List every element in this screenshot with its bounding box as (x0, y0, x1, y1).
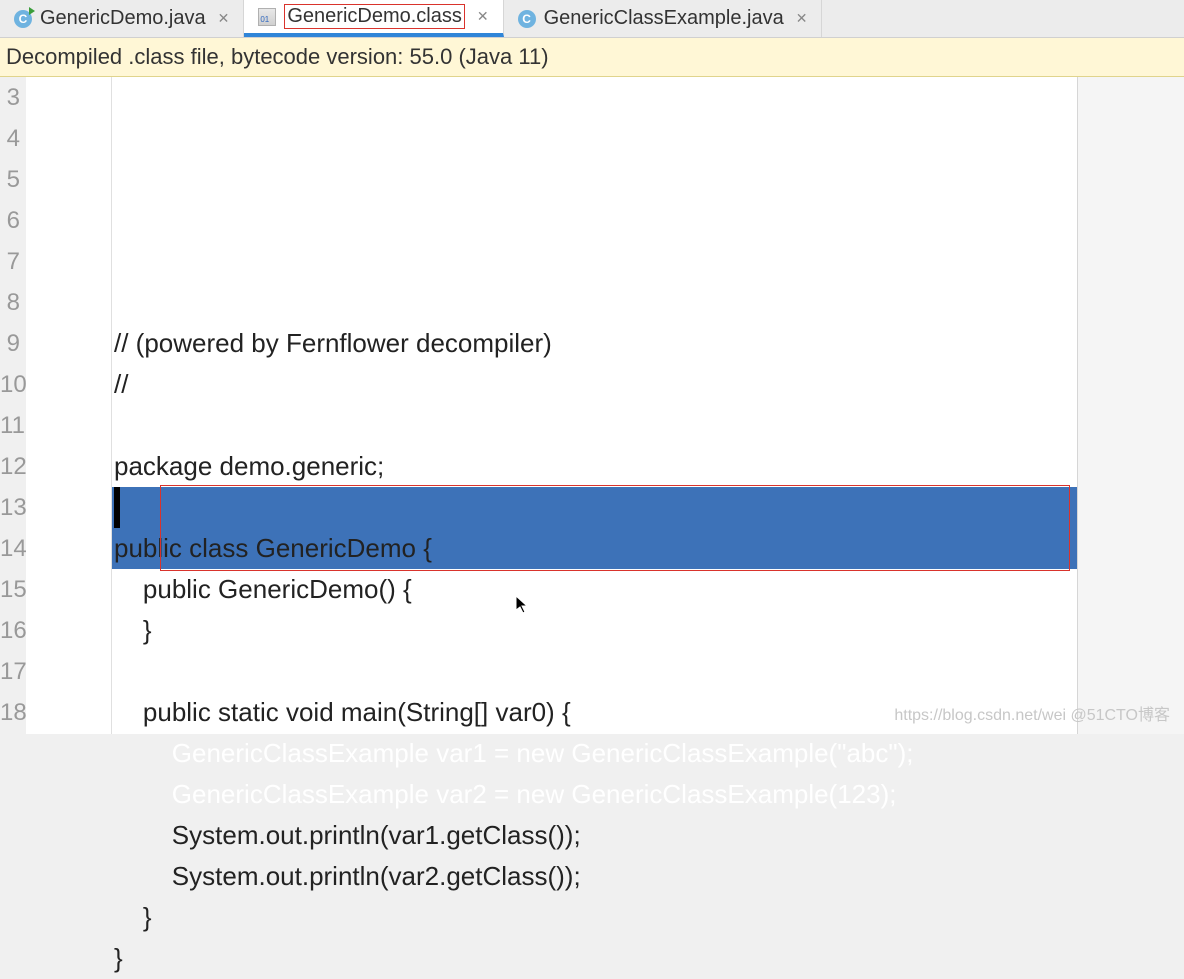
code-line[interactable]: public GenericDemo() { (112, 569, 1077, 610)
tab-label: GenericDemo.java (40, 7, 206, 30)
tab-generic-demo-class[interactable]: 01 GenericDemo.class ✕ (244, 0, 503, 37)
line-number: 17 (0, 651, 20, 692)
line-number: 7 (0, 241, 20, 282)
line-number: 3 (0, 77, 20, 118)
right-margin (1078, 77, 1184, 734)
close-icon[interactable]: ✕ (218, 10, 230, 27)
code-margin (26, 77, 112, 734)
code-line[interactable]: // (powered by Fernflower decompiler) (112, 323, 1077, 364)
code-line[interactable]: public class GenericDemo { (112, 528, 1077, 569)
code-area[interactable]: // (powered by Fernflower decompiler)// p… (112, 77, 1078, 734)
code-line[interactable]: } (112, 610, 1077, 651)
decompiled-notice: Decompiled .class file, bytecode version… (0, 38, 1184, 77)
tab-generic-class-example-java[interactable]: C GenericClassExample.java ✕ (504, 0, 823, 37)
code-line[interactable] (112, 405, 1077, 446)
java-class-run-icon: C (14, 10, 32, 28)
tab-label: GenericClassExample.java (544, 7, 784, 30)
line-number: 15 (0, 569, 20, 610)
code-line[interactable]: } (112, 938, 1077, 979)
line-number: 8 (0, 282, 20, 323)
line-number-gutter: 3456789101112131415161718 (0, 77, 26, 734)
line-number: 14 (0, 528, 20, 569)
code-editor[interactable]: 3456789101112131415161718 // (powered by… (0, 77, 1184, 734)
line-number: 4 (0, 118, 20, 159)
line-number: 9 (0, 323, 20, 364)
line-number: 10 (0, 364, 20, 405)
line-number: 13 (0, 487, 20, 528)
line-number: 11 (0, 405, 20, 446)
code-line[interactable]: GenericClassExample var1 = new GenericCl… (112, 733, 1077, 774)
code-line[interactable] (112, 651, 1077, 692)
code-line[interactable]: public static void main(String[] var0) { (112, 692, 1077, 733)
class-file-icon: 01 (258, 8, 276, 26)
line-number: 5 (0, 159, 20, 200)
caret (114, 487, 120, 528)
code-line[interactable]: System.out.println(var1.getClass()); (112, 815, 1077, 856)
tab-bar: C GenericDemo.java ✕ 01 GenericDemo.clas… (0, 0, 1184, 38)
line-number: 6 (0, 200, 20, 241)
close-icon[interactable]: ✕ (477, 8, 489, 25)
code-line[interactable]: // (112, 364, 1077, 405)
code-line[interactable] (112, 487, 1077, 528)
line-number: 18 (0, 692, 20, 733)
code-line[interactable]: System.out.println(var2.getClass()); (112, 856, 1077, 897)
java-class-icon: C (518, 10, 536, 28)
line-number: 16 (0, 610, 20, 651)
code-line[interactable]: GenericClassExample var2 = new GenericCl… (112, 774, 1077, 815)
line-number: 12 (0, 446, 20, 487)
tab-generic-demo-java[interactable]: C GenericDemo.java ✕ (0, 0, 244, 37)
code-line[interactable]: } (112, 897, 1077, 938)
tab-label: GenericDemo.class (284, 4, 465, 29)
close-icon[interactable]: ✕ (796, 10, 808, 27)
code-line[interactable]: package demo.generic; (112, 446, 1077, 487)
